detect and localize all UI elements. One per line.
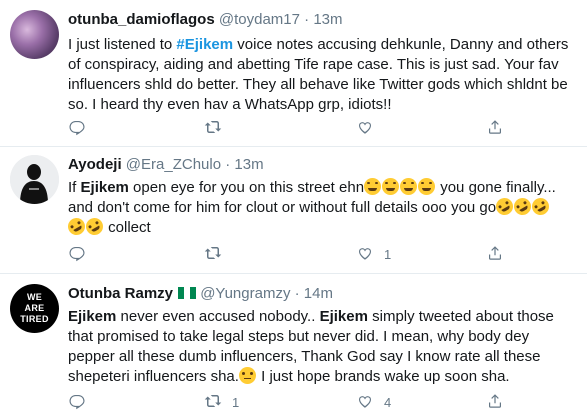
separator: ·: [290, 285, 304, 302]
hashtag-link[interactable]: #Ejikem: [176, 36, 233, 53]
tweet-text-line: of conspiracy, aiding and abetting Tife …: [68, 55, 583, 75]
reply-icon: [68, 244, 86, 265]
share-icon: [486, 118, 504, 139]
retweet-count: 1: [232, 394, 240, 410]
share-icon: [486, 392, 504, 413]
tweet-text-line: pepper all these dumb influencers, Thank…: [68, 347, 583, 367]
share-button[interactable]: [486, 244, 504, 264]
like-count: 4: [384, 394, 392, 410]
retweet-icon: [204, 118, 222, 139]
tweet-text-line: Ejikem never even accused nobody.. Ejike…: [68, 307, 583, 327]
tweet-header: Ayodeji @Era_ZChulo · 13m: [68, 155, 264, 175]
retweet-button[interactable]: 1: [204, 392, 239, 412]
tweet-text-line: If Ejikem open eye for you on this stree…: [68, 178, 583, 198]
tweet-actions: 1 4: [68, 392, 548, 412]
tweet-actions: [68, 118, 548, 138]
text-segment: collect: [104, 219, 151, 236]
reply-icon: [68, 392, 86, 413]
share-button[interactable]: [486, 392, 504, 412]
share-icon: [486, 244, 504, 265]
tweet-text-line: influencers shld do better. They all beh…: [68, 75, 583, 95]
nigeria-flag-icon: [178, 287, 197, 299]
tweet-text-line: so. I heard thy even hav a WhatsApp grp,…: [68, 95, 583, 115]
avatar[interactable]: [10, 155, 59, 204]
text-segment: shepeteri influencers sha.: [68, 368, 239, 385]
tweet-3[interactable]: WE ARE TIRED Otunba Ramzy @Yungramzy · 1…: [0, 274, 587, 413]
retweet-icon: [204, 392, 222, 413]
timestamp[interactable]: 13m: [234, 156, 263, 173]
joy-emoji-icon: [400, 178, 418, 195]
retweet-button[interactable]: [204, 118, 232, 138]
tweet-header: otunba_damioflagos @toydam17 · 13m: [68, 10, 343, 30]
tweet-text-line: collect: [64, 214, 583, 239]
text-segment: so. I heard thy even hav a WhatsApp grp,…: [68, 96, 392, 113]
text-segment: of conspiracy, aiding and abetting Tife …: [68, 56, 559, 73]
text-segment: pepper all these dumb influencers, Thank…: [68, 348, 541, 365]
tweet-text-line: I just listened to #Ejikem voice notes a…: [68, 35, 583, 55]
separator: ·: [221, 156, 235, 173]
like-icon: [356, 392, 374, 413]
avatar[interactable]: WE ARE TIRED: [10, 284, 59, 333]
timestamp[interactable]: 14m: [304, 285, 333, 302]
tweet-text-line: that promised to take legal steps but ne…: [68, 327, 583, 347]
reply-button[interactable]: [68, 244, 96, 264]
text-segment: If: [68, 179, 81, 196]
like-count: 1: [384, 246, 392, 262]
author-name[interactable]: Ayodeji: [68, 156, 122, 173]
text-segment: you gone finally...: [436, 179, 556, 196]
like-icon: [356, 118, 374, 139]
author-name[interactable]: otunba_damioflagos: [68, 11, 215, 28]
author-handle[interactable]: @toydam17: [219, 11, 300, 28]
tweet-actions: 1: [68, 244, 548, 264]
like-button[interactable]: [356, 118, 384, 138]
author-handle[interactable]: @Era_ZChulo: [126, 156, 221, 173]
reply-icon: [68, 118, 86, 139]
tweet-text: I just listened to #Ejikem voice notes a…: [68, 35, 583, 115]
author-handle[interactable]: @Yungramzy: [200, 285, 290, 302]
text-segment: I just listened to: [68, 36, 177, 53]
avatar-text-line: TIRED: [20, 314, 49, 324]
share-button[interactable]: [486, 118, 504, 138]
sad-emoji-icon: [238, 367, 256, 384]
rofl-emoji-icon: [528, 194, 553, 219]
tweet-text-line: shepeteri influencers sha. I just hope b…: [68, 367, 583, 387]
like-button[interactable]: 1: [356, 244, 391, 264]
tweet-1[interactable]: otunba_damioflagos @toydam17 · 13m I jus…: [0, 0, 587, 146]
highlighted-keyword: Ejikem: [68, 308, 117, 325]
avatar-text-line: WE: [26, 292, 43, 302]
highlighted-keyword: Ejikem: [319, 308, 368, 325]
text-segment: simply tweeted about those: [367, 308, 554, 325]
like-button[interactable]: 4: [356, 392, 391, 412]
reply-button[interactable]: [68, 392, 96, 412]
reply-button[interactable]: [68, 118, 96, 138]
joy-emoji-icon: [418, 178, 436, 195]
text-segment: influencers shld do better. They all beh…: [68, 76, 568, 93]
joy-emoji-icon: [382, 178, 400, 195]
text-segment: open eye for you on this street ehn: [128, 179, 365, 196]
text-segment: voice notes accusing dehkunle, Danny and…: [233, 36, 569, 53]
person-silhouette-icon: [10, 155, 59, 204]
text-segment: that promised to take legal steps but ne…: [68, 328, 530, 345]
highlighted-keyword: Ejikem: [80, 179, 129, 196]
separator: ·: [299, 11, 314, 28]
timestamp[interactable]: 13m: [313, 11, 342, 28]
text-segment: I just hope brands wake up soon sha.: [256, 368, 510, 385]
tweet-text-line: and don't come for him for clout or with…: [68, 194, 583, 219]
tweet-text: If Ejikem open eye for you on this stree…: [64, 178, 583, 239]
avatar[interactable]: [10, 10, 59, 59]
text-segment: and don't come for him for clout or with…: [68, 199, 497, 216]
rofl-emoji-icon: [82, 214, 107, 239]
text-segment: never even accused nobody..: [116, 308, 320, 325]
tweet-2[interactable]: Ayodeji @Era_ZChulo · 13m If Ejikem open…: [0, 147, 587, 272]
like-icon: [356, 244, 374, 265]
author-name[interactable]: Otunba Ramzy: [68, 285, 173, 302]
retweet-button[interactable]: [204, 244, 232, 264]
retweet-icon: [204, 244, 222, 265]
avatar-text-line: ARE: [24, 303, 45, 313]
tweet-header: Otunba Ramzy @Yungramzy · 14m: [68, 284, 333, 304]
tweet-text: Ejikem never even accused nobody.. Ejike…: [68, 307, 583, 387]
joy-emoji-icon: [364, 178, 382, 195]
